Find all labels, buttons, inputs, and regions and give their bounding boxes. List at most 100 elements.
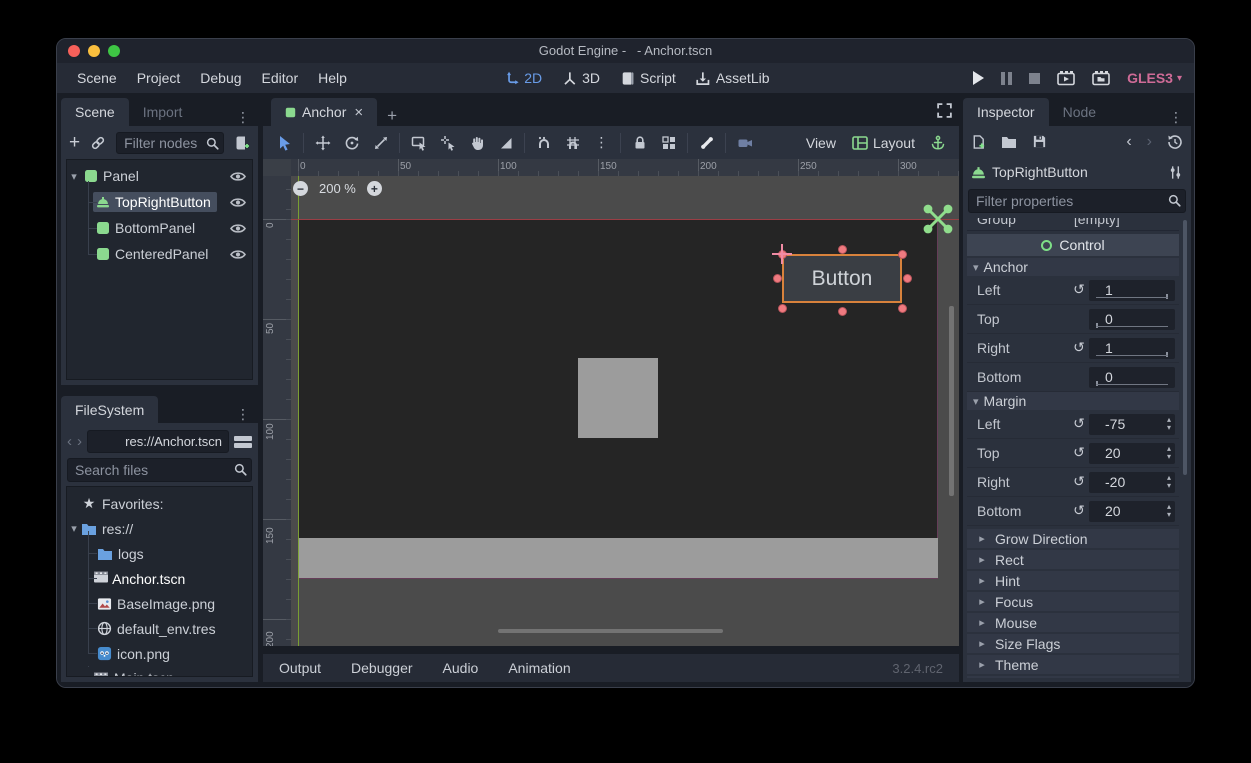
tab-import[interactable]: Import bbox=[129, 98, 197, 126]
control-class-header[interactable]: Control bbox=[967, 234, 1179, 256]
selection-handle[interactable] bbox=[773, 274, 782, 283]
list-item-res[interactable]: ▾ res:// bbox=[67, 516, 252, 541]
skeleton-bone-icon[interactable] bbox=[692, 131, 721, 155]
save-resource-icon[interactable] bbox=[1032, 134, 1047, 149]
inspector-scrollbar[interactable] bbox=[1183, 220, 1187, 475]
revert-icon[interactable]: ↺ bbox=[1069, 416, 1089, 432]
section-rect[interactable]: ▸Rect bbox=[967, 550, 1179, 569]
section-theme[interactable]: ▸Theme bbox=[967, 655, 1179, 674]
stop-button[interactable] bbox=[1029, 73, 1040, 84]
tab-scene[interactable]: Scene bbox=[61, 98, 129, 126]
forward-icon[interactable]: › bbox=[1147, 133, 1152, 151]
tools-icon[interactable] bbox=[1168, 165, 1183, 180]
section-custom-styles[interactable]: ▸Custom Styles bbox=[967, 676, 1179, 678]
select-tool-button[interactable] bbox=[270, 131, 299, 155]
tab-inspector[interactable]: Inspector bbox=[963, 98, 1049, 126]
section-mouse[interactable]: ▸Mouse bbox=[967, 613, 1179, 632]
instance-scene-button[interactable] bbox=[90, 135, 106, 151]
visibility-eye-icon[interactable] bbox=[230, 222, 246, 235]
attach-script-button[interactable] bbox=[234, 135, 250, 151]
load-resource-icon[interactable] bbox=[1001, 135, 1017, 149]
rotate-tool-button[interactable] bbox=[337, 131, 366, 155]
visibility-eye-icon[interactable] bbox=[230, 170, 246, 183]
zoom-level[interactable]: 200 % bbox=[319, 181, 356, 196]
search-files-input[interactable] bbox=[68, 459, 251, 481]
spinner-icon[interactable]: ▴▾ bbox=[1167, 445, 1171, 461]
dock-menu-icon[interactable]: ⋮ bbox=[236, 110, 250, 126]
add-node-button[interactable]: + bbox=[69, 132, 80, 154]
output-button[interactable]: Output bbox=[279, 660, 321, 676]
anchor-gizmo-icon[interactable] bbox=[920, 201, 956, 237]
zoom-out-button[interactable]: − bbox=[293, 181, 308, 196]
audio-button[interactable]: Audio bbox=[443, 660, 479, 676]
close-button[interactable] bbox=[68, 45, 80, 57]
section-grow-direction[interactable]: ▸Grow Direction bbox=[967, 529, 1179, 548]
zoom-button[interactable] bbox=[108, 45, 120, 57]
vertical-scrollbar[interactable] bbox=[949, 306, 954, 496]
selection-handle[interactable] bbox=[903, 274, 912, 283]
group-button[interactable] bbox=[654, 131, 683, 155]
tab-node[interactable]: Node bbox=[1049, 98, 1110, 126]
margin-top-value[interactable]: 20▴▾ bbox=[1089, 443, 1175, 464]
new-resource-button[interactable] bbox=[971, 134, 986, 150]
menu-debug[interactable]: Debug bbox=[190, 70, 251, 86]
viewport-canvas[interactable]: 0 50 100 150 200 250 300 0 50 100 150 20… bbox=[263, 159, 959, 646]
collapse-icon[interactable]: ▾ bbox=[67, 170, 81, 183]
list-item-anchor-tscn[interactable]: Anchor.tscn bbox=[67, 566, 252, 591]
snap-options-icon[interactable]: ⋮ bbox=[587, 131, 616, 155]
history-back-icon[interactable]: ‹ bbox=[67, 433, 72, 450]
tree-row-centeredpanel[interactable]: CenteredPanel bbox=[67, 241, 252, 267]
selection-handle[interactable] bbox=[898, 250, 907, 259]
close-icon[interactable]: × bbox=[354, 104, 363, 121]
tab-filesystem[interactable]: FileSystem bbox=[61, 396, 158, 423]
scale-tool-button[interactable] bbox=[366, 131, 395, 155]
list-item-icon-png[interactable]: icon.png bbox=[67, 641, 252, 666]
back-icon[interactable]: ‹ bbox=[1126, 133, 1131, 151]
tab-anchor-scene[interactable]: Anchor × bbox=[271, 98, 377, 126]
spinner-icon[interactable]: ▴▾ bbox=[1167, 503, 1171, 519]
play-button[interactable] bbox=[973, 71, 984, 85]
distraction-free-button[interactable] bbox=[936, 102, 953, 119]
ruler-tool-button[interactable] bbox=[491, 131, 520, 155]
section-hint[interactable]: ▸Hint bbox=[967, 571, 1179, 590]
visibility-eye-icon[interactable] bbox=[230, 248, 246, 261]
view-menu[interactable]: View bbox=[798, 135, 844, 151]
zoom-in-button[interactable]: + bbox=[367, 181, 382, 196]
revert-icon[interactable]: ↺ bbox=[1069, 340, 1089, 356]
revert-icon[interactable]: ↺ bbox=[1069, 503, 1089, 519]
menu-help[interactable]: Help bbox=[308, 70, 357, 86]
tree-row-toprightbutton[interactable]: TopRightButton bbox=[67, 189, 252, 215]
tree-row-bottompanel[interactable]: BottomPanel bbox=[67, 215, 252, 241]
pause-button[interactable] bbox=[1001, 72, 1012, 85]
minimize-button[interactable] bbox=[88, 45, 100, 57]
pan-tool-button[interactable] bbox=[462, 131, 491, 155]
split-mode-icon[interactable] bbox=[234, 436, 252, 448]
play-custom-scene-button[interactable] bbox=[1092, 70, 1110, 86]
spinner-icon[interactable]: ▴▾ bbox=[1167, 474, 1171, 490]
margin-right-value[interactable]: -20▴▾ bbox=[1089, 472, 1175, 493]
anchor-left-value[interactable]: 1 bbox=[1089, 280, 1175, 301]
play-scene-button[interactable] bbox=[1057, 70, 1075, 86]
section-size-flags[interactable]: ▸Size Flags bbox=[967, 634, 1179, 653]
margin-left-value[interactable]: -75▴▾ bbox=[1089, 414, 1175, 435]
filter-properties-input[interactable] bbox=[969, 190, 1185, 212]
workspace-3d[interactable]: 3D bbox=[562, 70, 600, 86]
list-item-default-env[interactable]: default_env.tres bbox=[67, 616, 252, 641]
history-icon[interactable] bbox=[1167, 134, 1183, 150]
move-tool-button[interactable] bbox=[308, 131, 337, 155]
layout-menu[interactable]: Layout bbox=[844, 135, 923, 151]
margin-bottom-value[interactable]: 20▴▾ bbox=[1089, 501, 1175, 522]
list-select-button[interactable] bbox=[404, 131, 433, 155]
animation-button[interactable]: Animation bbox=[508, 660, 570, 676]
menu-project[interactable]: Project bbox=[127, 70, 191, 86]
revert-icon[interactable]: ↺ bbox=[1069, 445, 1089, 461]
camera-override-button[interactable] bbox=[730, 131, 759, 155]
anchor-right-value[interactable]: 1 bbox=[1089, 338, 1175, 359]
renderer-dropdown[interactable]: GLES3 ▾ bbox=[1127, 70, 1182, 86]
new-tab-button[interactable]: + bbox=[387, 106, 397, 126]
pivot-select-button[interactable] bbox=[433, 131, 462, 155]
workspace-script[interactable]: Script bbox=[620, 70, 676, 86]
centered-panel-node[interactable] bbox=[578, 358, 658, 438]
tree-row-panel[interactable]: ▾ Panel bbox=[67, 163, 252, 189]
bottom-panel-node[interactable] bbox=[298, 538, 938, 578]
